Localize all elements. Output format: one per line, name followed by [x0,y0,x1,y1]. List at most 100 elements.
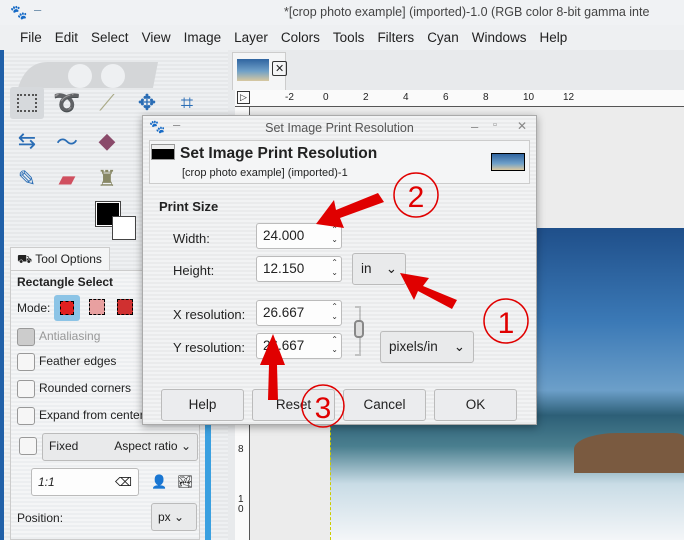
menu-image[interactable]: Image [184,30,222,45]
menu-cyan[interactable]: Cyan [427,30,459,45]
fixed-mode-value: Aspect ratio [114,439,178,453]
fixed-mode-combo[interactable]: Fixed Aspect ratio ⌄ [42,433,198,461]
close-icon[interactable]: ✕ [517,119,527,133]
rect-select-tool[interactable] [10,87,44,119]
yres-input[interactable]: 26.667 ⌃ ⌄ [256,333,342,359]
menu-file[interactable]: File [20,30,42,45]
title-bar: 🐾 – *[crop photo example] (imported)-1.0… [0,0,684,25]
antialiasing-label: Antialiasing [39,329,101,344]
feather-checkbox[interactable]: Feather edges [17,353,116,371]
chevron-down-icon: ⌄ [180,439,191,453]
height-input[interactable]: 12.150 ⌃ ⌄ [256,256,342,282]
background-color[interactable] [112,216,136,240]
rounded-checkbox[interactable]: Rounded corners [17,380,131,398]
menu-layer[interactable]: Layer [234,30,268,45]
size-unit-combo[interactable]: in ⌄ [352,253,406,285]
image-preview [491,153,525,171]
expand-checkbox[interactable]: Expand from center [17,407,144,425]
menu-help[interactable]: Help [539,30,567,45]
help-button[interactable]: Help [161,389,244,421]
paint-tool[interactable]: ◆ [90,125,124,157]
width-label: Width: [173,231,210,246]
ruler-label: 4 [403,92,409,103]
cancel-button[interactable]: Cancel [343,389,426,421]
clone-tool[interactable]: ♜ [90,163,124,195]
mode-add[interactable] [89,299,105,315]
dialog-heading: Set Image Print Resolution [180,145,378,162]
portrait-icon[interactable]: 👤 [151,474,167,490]
fuzzy-select-tool[interactable]: ⟋ [90,87,124,119]
spin-arrows-icon[interactable]: ⌃ ⌄ [331,302,338,322]
spin-arrows-icon[interactable]: ⌃ ⌄ [331,335,338,355]
ruler-toggle-icon[interactable]: ▷ [237,91,250,104]
mode-replace[interactable] [54,295,80,321]
image-tab[interactable]: ✕ [232,52,288,90]
tab-tool-options[interactable]: ⛟ Tool Options [10,247,110,271]
maximize-icon[interactable]: ▫ [493,119,497,131]
ratio-value: 1:1 [38,475,55,489]
wilber-logo [18,62,158,88]
rounded-label: Rounded corners [39,381,132,396]
menu-view[interactable]: View [142,30,171,45]
minimize-icon[interactable]: – [471,119,478,134]
warp-tool[interactable]: 〜 [50,125,84,157]
landscape-icon[interactable]: 🏞 [177,474,194,490]
ruler-label: 2 [363,92,369,103]
tool-name: Rectangle Select [17,275,114,289]
ruler-label: 8 [238,444,244,455]
res-unit-value: pixels/in [389,339,438,354]
print-size-heading: Print Size [159,199,219,214]
antialiasing-checkbox[interactable]: Antialiasing [17,328,100,346]
yres-value: 26.667 [263,338,305,353]
menu-colors[interactable]: Colors [281,30,320,45]
app-icon: 🐾 [149,119,166,134]
chain-link-icon[interactable] [354,320,364,338]
size-unit-value: in [361,261,372,276]
chevron-down-icon: ⌄ [453,339,465,354]
expand-label: Expand from center [39,408,144,423]
mode-subtract[interactable] [117,299,133,315]
clear-icon[interactable]: ⌫ [115,475,132,489]
print-resolution-dialog: Set Image Print Resolution 🐾 – – ▫ ✕ Set… [142,115,537,425]
flip-tool[interactable]: ⇆ [10,125,44,157]
menu-windows[interactable]: Windows [472,30,527,45]
dialog-header: Set Image Print Resolution [crop photo e… [149,140,530,184]
color-picker-tool[interactable]: ✎ [10,163,44,195]
position-unit-combo[interactable]: px ⌄ [151,503,197,531]
menu-filters[interactable]: Filters [377,30,414,45]
reset-button[interactable]: Reset [252,389,335,421]
menu-icon[interactable]: – [173,117,180,132]
ruler-label: 8 [483,92,489,103]
horizontal-ruler: ▷ -2 0 2 4 6 8 10 12 [235,90,684,107]
ratio-input[interactable]: 1:1 ⌫ [31,468,139,496]
minimize-icon[interactable]: – [34,2,41,17]
fixed-label: Fixed [49,439,79,453]
ruler-label: 0 [323,92,329,103]
app-icon: 🐾 [10,4,28,20]
ruler-label: -2 [285,92,294,103]
ruler-label: 0 [238,504,244,515]
ok-button[interactable]: OK [434,389,517,421]
spin-arrows-icon[interactable]: ⌃ ⌄ [331,225,338,245]
fixed-checkbox[interactable] [19,437,41,455]
ruler-label: 12 [563,92,575,103]
printer-icon [151,144,175,160]
menu-select[interactable]: Select [91,30,129,45]
lasso-tool[interactable]: ➰ [50,87,84,119]
dialog-subtitle: [crop photo example] (imported)-1 [182,167,348,179]
chevron-down-icon: ⌄ [385,261,397,276]
eraser-tool[interactable]: ▰ [50,163,84,195]
menu-edit[interactable]: Edit [55,30,78,45]
panel-scrollbar[interactable] [205,425,211,540]
xres-value: 26.667 [263,305,305,320]
ruler-label: 10 [523,92,535,103]
xres-input[interactable]: 26.667 ⌃ ⌄ [256,300,342,326]
position-label: Position: [17,511,64,525]
menu-tools[interactable]: Tools [333,30,365,45]
xres-label: X resolution: [173,307,246,322]
spin-arrows-icon[interactable]: ⌃ ⌄ [331,258,338,278]
mode-label: Mode: [17,301,51,315]
res-unit-combo[interactable]: pixels/in ⌄ [380,331,474,363]
width-input[interactable]: 24.000 ⌃ ⌄ [256,223,342,249]
close-tab-icon[interactable]: ✕ [272,61,288,76]
